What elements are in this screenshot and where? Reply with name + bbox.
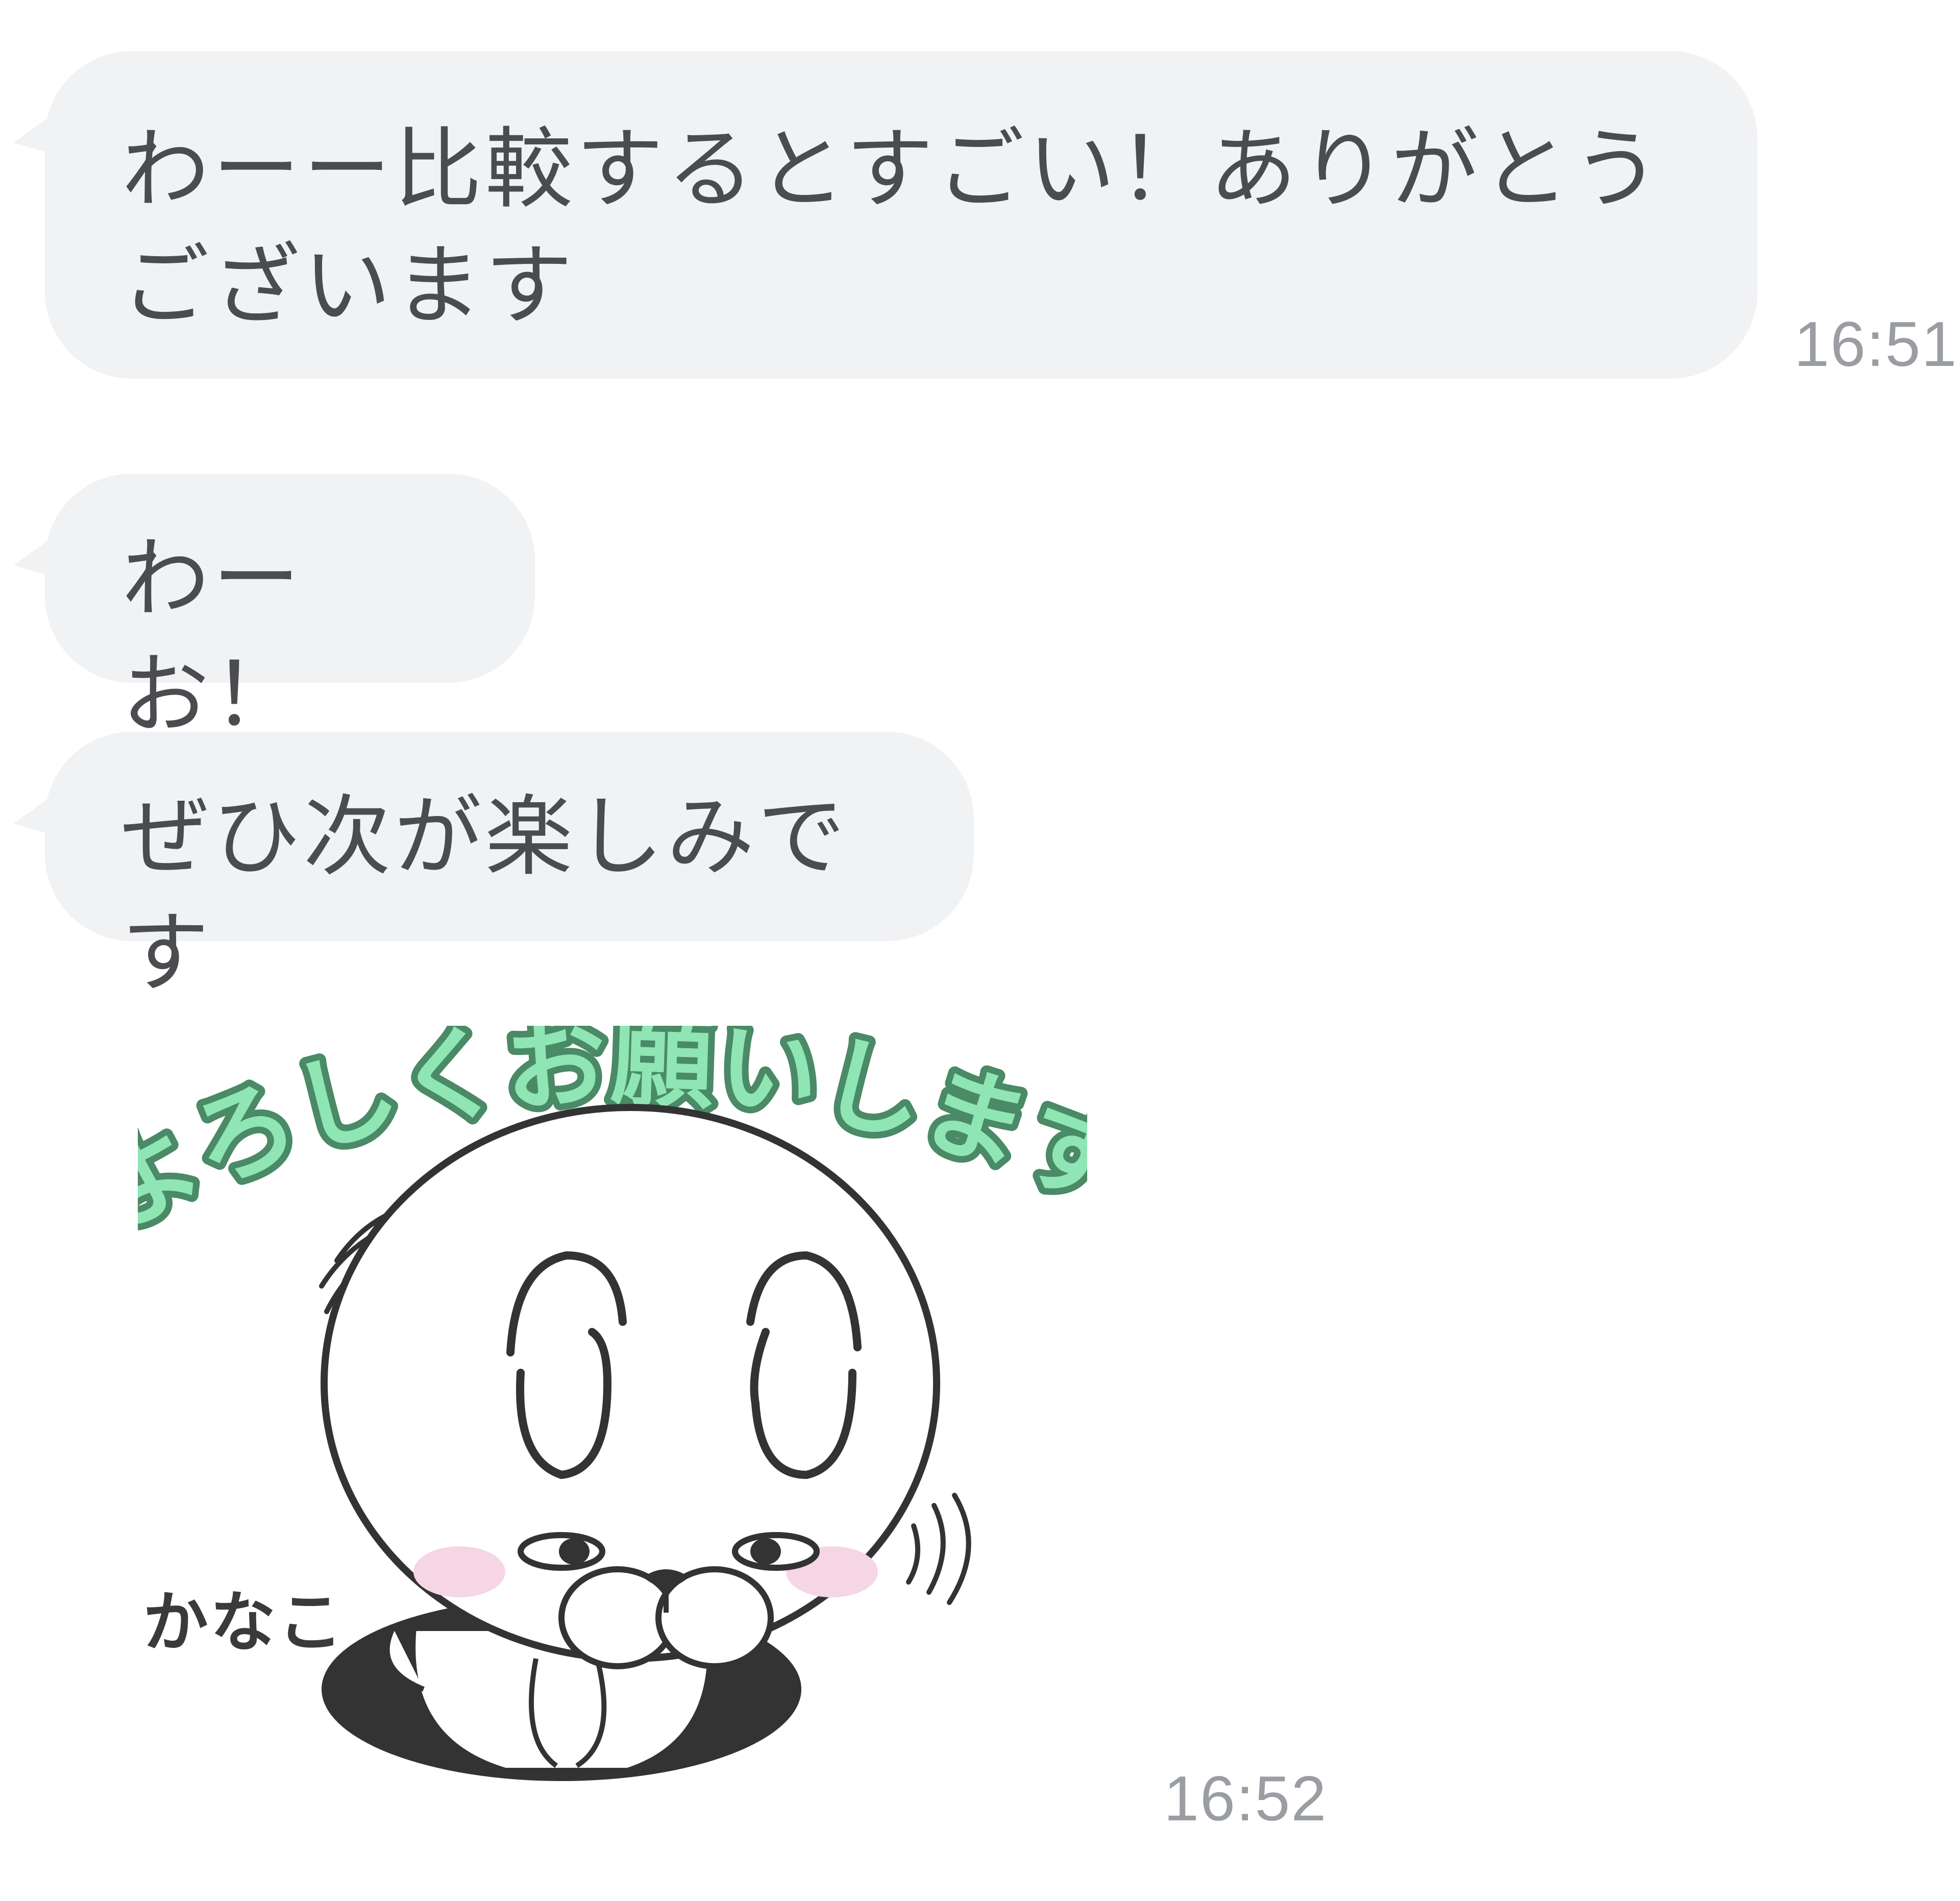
message-text: わーー比較するとすごい！ありがとう ございます xyxy=(121,118,1663,337)
sticker-message[interactable]: よろしくお願いします よろしくお願いします xyxy=(117,1016,1087,1812)
message-bubble[interactable]: わーお！ xyxy=(10,474,535,746)
message-text: ぜひ次が楽しみです xyxy=(121,785,848,1004)
message-text: わーお！ xyxy=(121,527,303,746)
bubble-tail xyxy=(10,112,63,165)
message-bubble[interactable]: わーー比較するとすごい！ありがとう ございます xyxy=(10,51,1757,379)
sticker-name-label: かなこ xyxy=(143,1585,346,1661)
bubble-tail xyxy=(10,793,63,846)
bubble-tail xyxy=(10,535,63,588)
sticker-timestamp: 16:52 xyxy=(1164,1764,1328,1834)
message-bubble[interactable]: ぜひ次が楽しみです xyxy=(10,732,974,1004)
message-timestamp: 16:51 xyxy=(1794,309,1958,380)
chat-view: わーー比較するとすごい！ありがとう ございます 16:51 わーお！ ぜひ次が楽… xyxy=(0,0,1960,1901)
sticker-character xyxy=(319,1104,971,1781)
